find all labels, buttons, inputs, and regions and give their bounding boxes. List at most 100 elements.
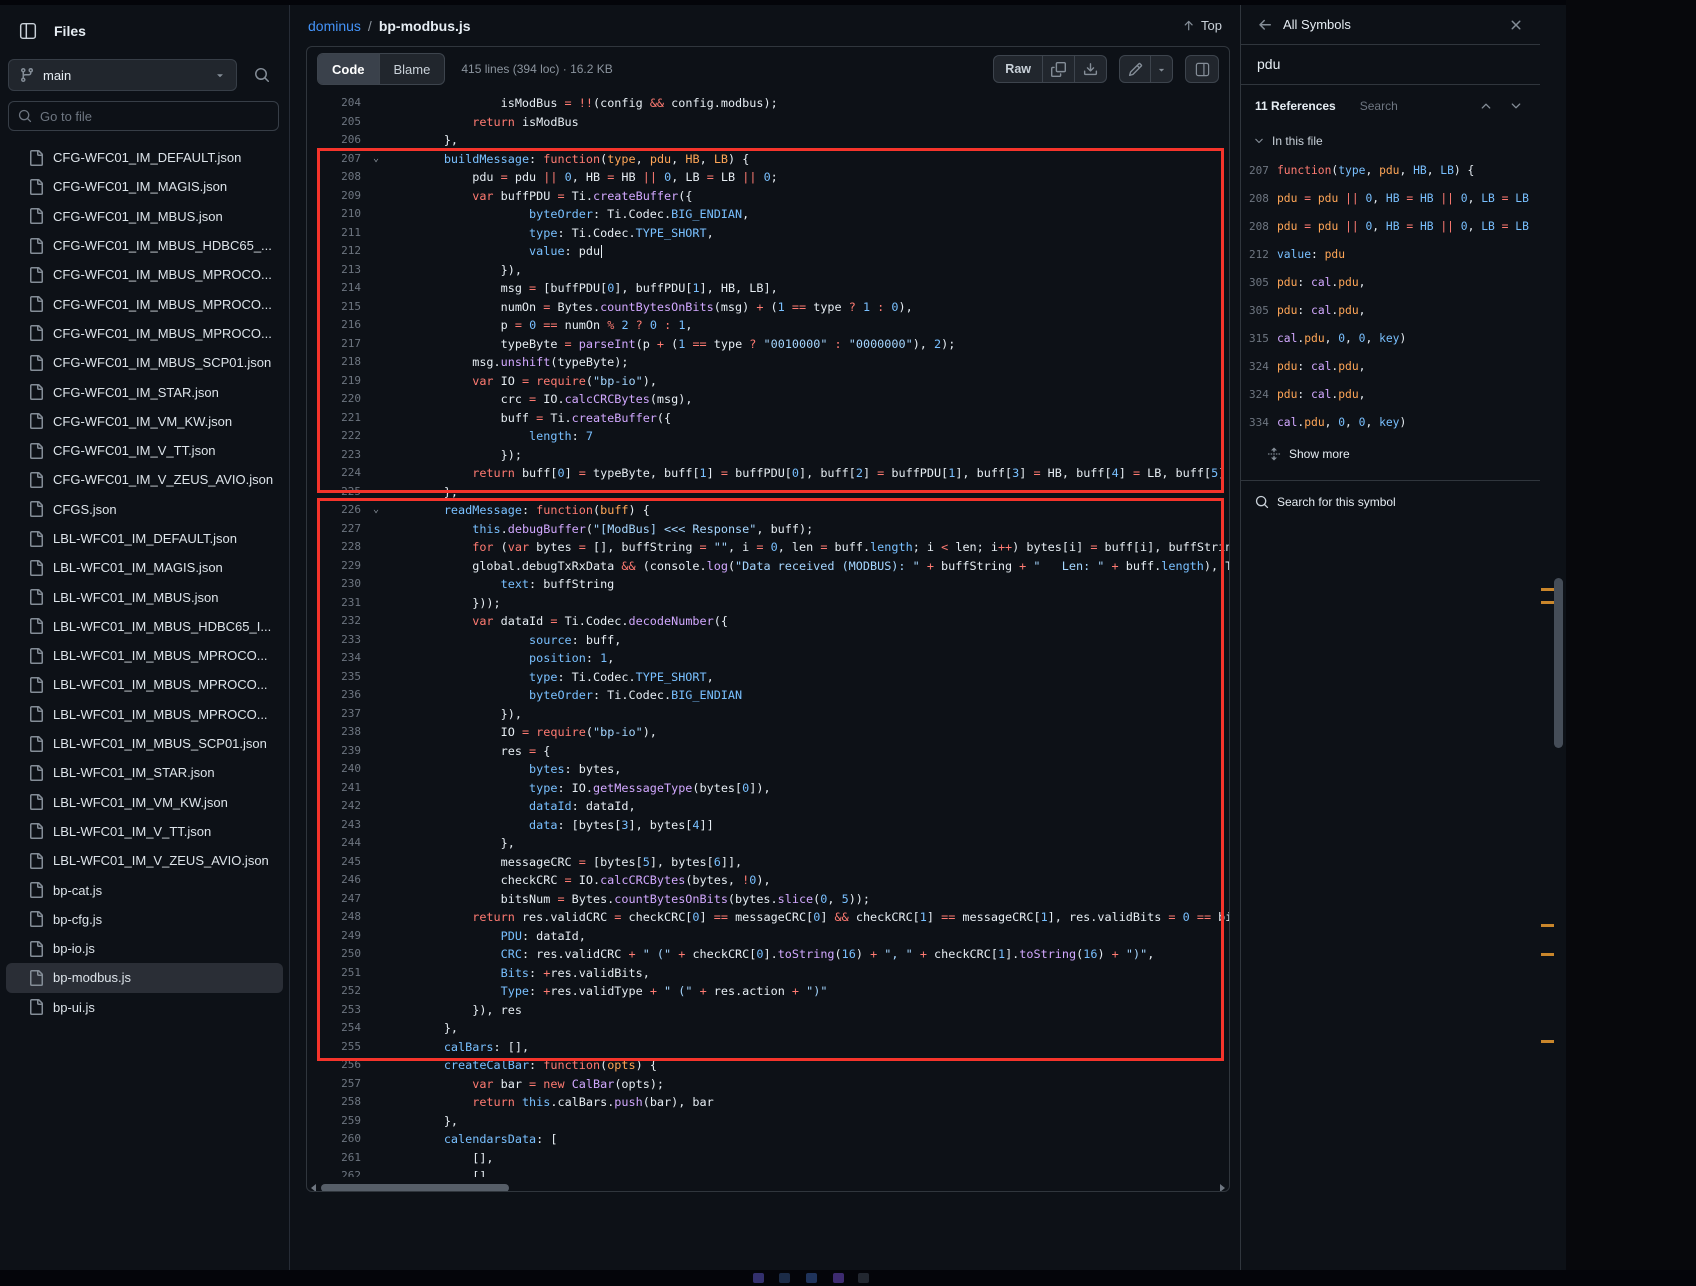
- back-arrow-icon[interactable]: [1251, 11, 1279, 39]
- line-number[interactable]: 244: [307, 834, 365, 853]
- code-line[interactable]: 246checkCRC = IO.calcCRCBytes(bytes, !0)…: [307, 871, 1229, 890]
- file-tree-item[interactable]: LBL-WFC01_IM_MBUS_MPROCO...: [6, 700, 283, 729]
- file-tree-item[interactable]: bp-cat.js: [6, 875, 283, 904]
- code-line[interactable]: 259},: [307, 1112, 1229, 1131]
- code-line[interactable]: 229global.debugTxRxData && (console.log(…: [307, 557, 1229, 576]
- file-tree-item[interactable]: bp-cfg.js: [6, 905, 283, 934]
- code-line[interactable]: 210byteOrder: Ti.Codec.BIG_ENDIAN,: [307, 205, 1229, 224]
- taskbar-app-icon[interactable]: [806, 1273, 817, 1283]
- line-number[interactable]: 206: [307, 131, 365, 150]
- line-number[interactable]: 227: [307, 520, 365, 539]
- code-line[interactable]: 251Bits: +res.validBits,: [307, 964, 1229, 983]
- code-line[interactable]: 250CRC: res.validCRC + " (" + checkCRC[0…: [307, 945, 1229, 964]
- code-line[interactable]: 219var IO = require("bp-io"),: [307, 372, 1229, 391]
- file-tree-item[interactable]: CFGS.json: [6, 495, 283, 524]
- line-number[interactable]: 224: [307, 464, 365, 483]
- file-tree-item[interactable]: LBL-WFC01_IM_DEFAULT.json: [6, 524, 283, 553]
- code-line[interactable]: 255calBars: [],: [307, 1038, 1229, 1057]
- line-number[interactable]: 228: [307, 538, 365, 557]
- code-line[interactable]: 236byteOrder: Ti.Codec.BIG_ENDIAN: [307, 686, 1229, 705]
- line-number[interactable]: 230: [307, 575, 365, 594]
- code-line[interactable]: 206},: [307, 131, 1229, 150]
- reference-item[interactable]: 334cal.pdu, 0, 0, key): [1241, 408, 1540, 436]
- code-line[interactable]: 225},: [307, 483, 1229, 502]
- code-line[interactable]: 220crc = IO.calcCRCBytes(msg),: [307, 390, 1229, 409]
- line-number[interactable]: 235: [307, 668, 365, 687]
- reference-item[interactable]: 305pdu: cal.pdu,: [1241, 296, 1540, 324]
- file-tree-item[interactable]: bp-io.js: [6, 934, 283, 963]
- line-number[interactable]: 261: [307, 1149, 365, 1168]
- line-number[interactable]: 243: [307, 816, 365, 835]
- line-number[interactable]: 232: [307, 612, 365, 631]
- code-line[interactable]: 212value: pdu: [307, 242, 1229, 261]
- code-line[interactable]: 247bitsNum = Bytes.countBytesOnBits(byte…: [307, 890, 1229, 909]
- line-number[interactable]: 259: [307, 1112, 365, 1131]
- line-number[interactable]: 204: [307, 94, 365, 113]
- file-tree-item[interactable]: CFG-WFC01_IM_MAGIS.json: [6, 172, 283, 201]
- line-number[interactable]: 246: [307, 871, 365, 890]
- breadcrumb-repo-link[interactable]: dominus: [308, 18, 361, 34]
- line-number[interactable]: 238: [307, 723, 365, 742]
- branch-selector[interactable]: main: [8, 59, 237, 91]
- file-tree-item[interactable]: LBL-WFC01_IM_MBUS_MPROCO...: [6, 641, 283, 670]
- line-number[interactable]: 260: [307, 1130, 365, 1149]
- code-line[interactable]: 205return isModBus: [307, 113, 1229, 132]
- code-line[interactable]: 234position: 1,: [307, 649, 1229, 668]
- code-line[interactable]: 208pdu = pdu || 0, HB = HB || 0, LB = LB…: [307, 168, 1229, 187]
- code-line[interactable]: 245messageCRC = [bytes[5], bytes[6]],: [307, 853, 1229, 872]
- code-line[interactable]: 231}));: [307, 594, 1229, 613]
- file-tree-item[interactable]: LBL-WFC01_IM_VM_KW.json: [6, 788, 283, 817]
- code-line[interactable]: 262[]: [307, 1167, 1229, 1177]
- reference-item[interactable]: 324pdu: cal.pdu,: [1241, 352, 1540, 380]
- line-number[interactable]: 208: [307, 168, 365, 187]
- code-line[interactable]: 215numOn = Bytes.countBytesOnBits(msg) +…: [307, 298, 1229, 317]
- code-line[interactable]: 249PDU: dataId,: [307, 927, 1229, 946]
- code-line[interactable]: 230text: buffString: [307, 575, 1229, 594]
- taskbar-app-icon[interactable]: [833, 1273, 844, 1283]
- vertical-scrollbar[interactable]: [1540, 5, 1566, 1270]
- scroll-left-arrow-icon[interactable]: [311, 1184, 316, 1192]
- reference-item[interactable]: 212value: pdu: [1241, 240, 1540, 268]
- code-line[interactable]: 260calendarsData: [: [307, 1130, 1229, 1149]
- line-number[interactable]: 239: [307, 742, 365, 761]
- taskbar-app-icon[interactable]: [779, 1273, 790, 1283]
- line-number[interactable]: 254: [307, 1019, 365, 1038]
- code-line[interactable]: 243data: [bytes[3], bytes[4]]: [307, 816, 1229, 835]
- line-number[interactable]: 236: [307, 686, 365, 705]
- code-line[interactable]: 232var dataId = Ti.Codec.decodeNumber({: [307, 612, 1229, 631]
- collapse-sidebar-icon[interactable]: [14, 17, 42, 45]
- line-number[interactable]: 215: [307, 298, 365, 317]
- line-number[interactable]: 219: [307, 372, 365, 391]
- code-line[interactable]: 222length: 7: [307, 427, 1229, 446]
- line-number[interactable]: 222: [307, 427, 365, 446]
- code-line[interactable]: 239res = {: [307, 742, 1229, 761]
- copy-icon[interactable]: [1043, 55, 1075, 83]
- code-line[interactable]: 204isModBus = !!(config && config.modbus…: [307, 94, 1229, 113]
- reference-item[interactable]: 324pdu: cal.pdu,: [1241, 380, 1540, 408]
- code-line[interactable]: 209var buffPDU = Ti.createBuffer({: [307, 187, 1229, 206]
- line-number[interactable]: 247: [307, 890, 365, 909]
- file-tree-item[interactable]: CFG-WFC01_IM_MBUS_SCP01.json: [6, 348, 283, 377]
- file-tree-item[interactable]: CFG-WFC01_IM_MBUS.json: [6, 202, 283, 231]
- file-tree-item[interactable]: CFG-WFC01_IM_VM_KW.json: [6, 407, 283, 436]
- show-more-button[interactable]: Show more: [1241, 436, 1540, 472]
- file-tree-item[interactable]: CFG-WFC01_IM_DEFAULT.json: [6, 143, 283, 172]
- scroll-to-top-button[interactable]: Top: [1182, 18, 1222, 33]
- file-tree-item[interactable]: CFG-WFC01_IM_STAR.json: [6, 377, 283, 406]
- code-line[interactable]: 224return buff[0] = typeByte, buff[1] = …: [307, 464, 1229, 483]
- taskbar-app-icon[interactable]: [753, 1273, 764, 1283]
- code-line[interactable]: 258return this.calBars.push(bar), bar: [307, 1093, 1229, 1112]
- reference-item[interactable]: 208pdu = pdu || 0, HB = HB || 0, LB = LB…: [1241, 184, 1540, 212]
- line-number[interactable]: 229: [307, 557, 365, 576]
- code-line[interactable]: 227this.debugBuffer("[ModBus] <<< Respon…: [307, 520, 1229, 539]
- tab-code[interactable]: Code: [318, 54, 379, 84]
- edit-pencil-icon[interactable]: [1119, 55, 1151, 83]
- fold-chevron-icon[interactable]: ⌄: [365, 150, 387, 169]
- line-number[interactable]: 205: [307, 113, 365, 132]
- reference-item[interactable]: 305pdu: cal.pdu,: [1241, 268, 1540, 296]
- code-line[interactable]: 256createCalBar: function(opts) {: [307, 1056, 1229, 1075]
- line-number[interactable]: 210: [307, 205, 365, 224]
- code-line[interactable]: 241type: IO.getMessageType(bytes[0]),: [307, 779, 1229, 798]
- file-tree-item[interactable]: CFG-WFC01_IM_MBUS_MPROCO...: [6, 289, 283, 318]
- line-number[interactable]: 253: [307, 1001, 365, 1020]
